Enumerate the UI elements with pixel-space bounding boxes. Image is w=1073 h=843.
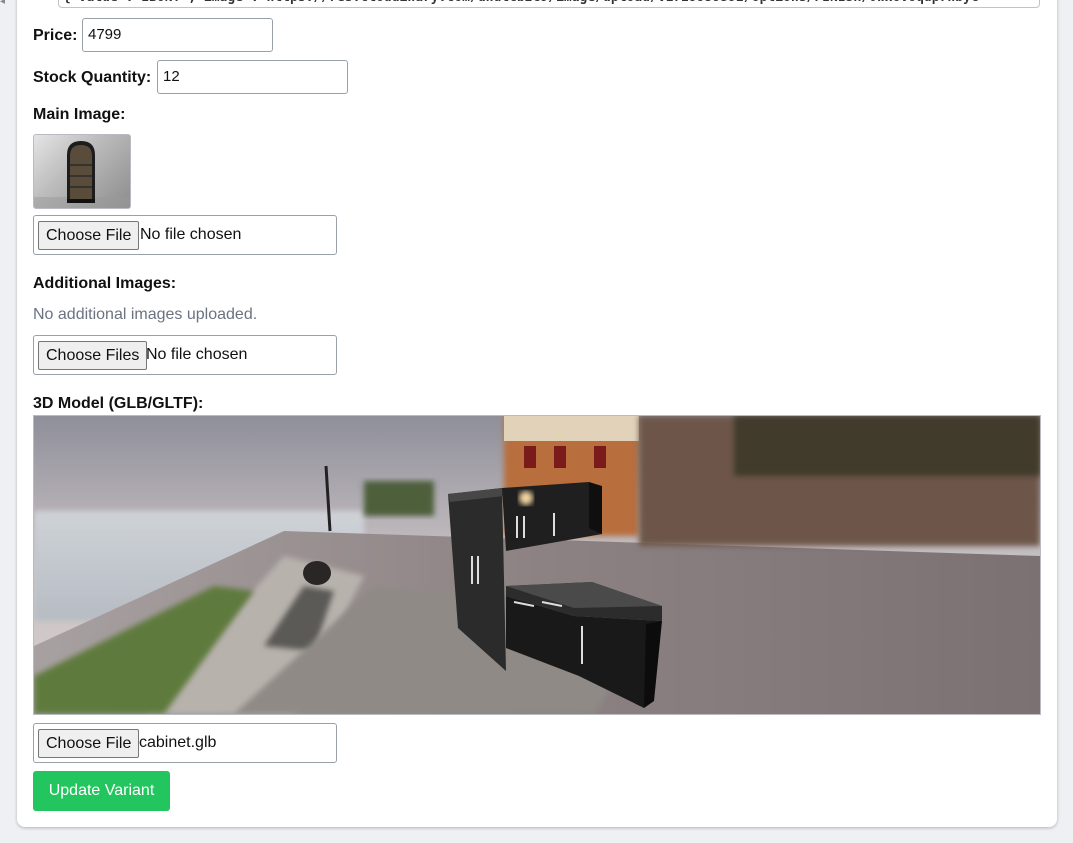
model-3d-choose-file-button[interactable]: Choose File (38, 729, 140, 758)
main-image-choose-file-button[interactable]: Choose File (38, 221, 140, 250)
cabinet-thumbnail-picture (34, 141, 130, 208)
price-label: Price: (33, 27, 78, 44)
main-image-thumbnail (33, 134, 131, 209)
additional-images-choose-files-button[interactable]: Choose Files (38, 341, 148, 370)
model-3d-file-input[interactable]: Choose File cabinet.glb (33, 723, 337, 763)
update-variant-button[interactable]: Update Variant (33, 771, 170, 811)
main-image-label: Main Image: (33, 106, 126, 123)
additional-images-file-status: No file chosen (146, 346, 248, 363)
variant-options-field[interactable]: {"value":"EBONY","image":"https://res.cl… (58, 0, 1040, 8)
model-3d-file-status: cabinet.glb (139, 734, 217, 751)
model-3d-label: 3D Model (GLB/GLTF): (33, 395, 204, 412)
additional-images-label: Additional Images: (33, 275, 177, 292)
stock-quantity-label: Stock Quantity: (33, 69, 152, 86)
additional-images-file-input[interactable]: Choose Files No file chosen (33, 335, 337, 375)
stock-quantity-input[interactable]: 12 (157, 60, 348, 94)
main-image-file-status: No file chosen (140, 226, 242, 243)
left-arrow-icon[interactable]: ◂ (0, 0, 5, 7)
cabinet-3d-scene[interactable] (34, 416, 1040, 714)
no-additional-images-message: No additional images uploaded. (33, 306, 258, 323)
model-3d-viewer[interactable] (33, 415, 1041, 715)
main-image-file-input[interactable]: Choose File No file chosen (33, 215, 337, 255)
price-input[interactable]: 4799 (82, 18, 273, 52)
